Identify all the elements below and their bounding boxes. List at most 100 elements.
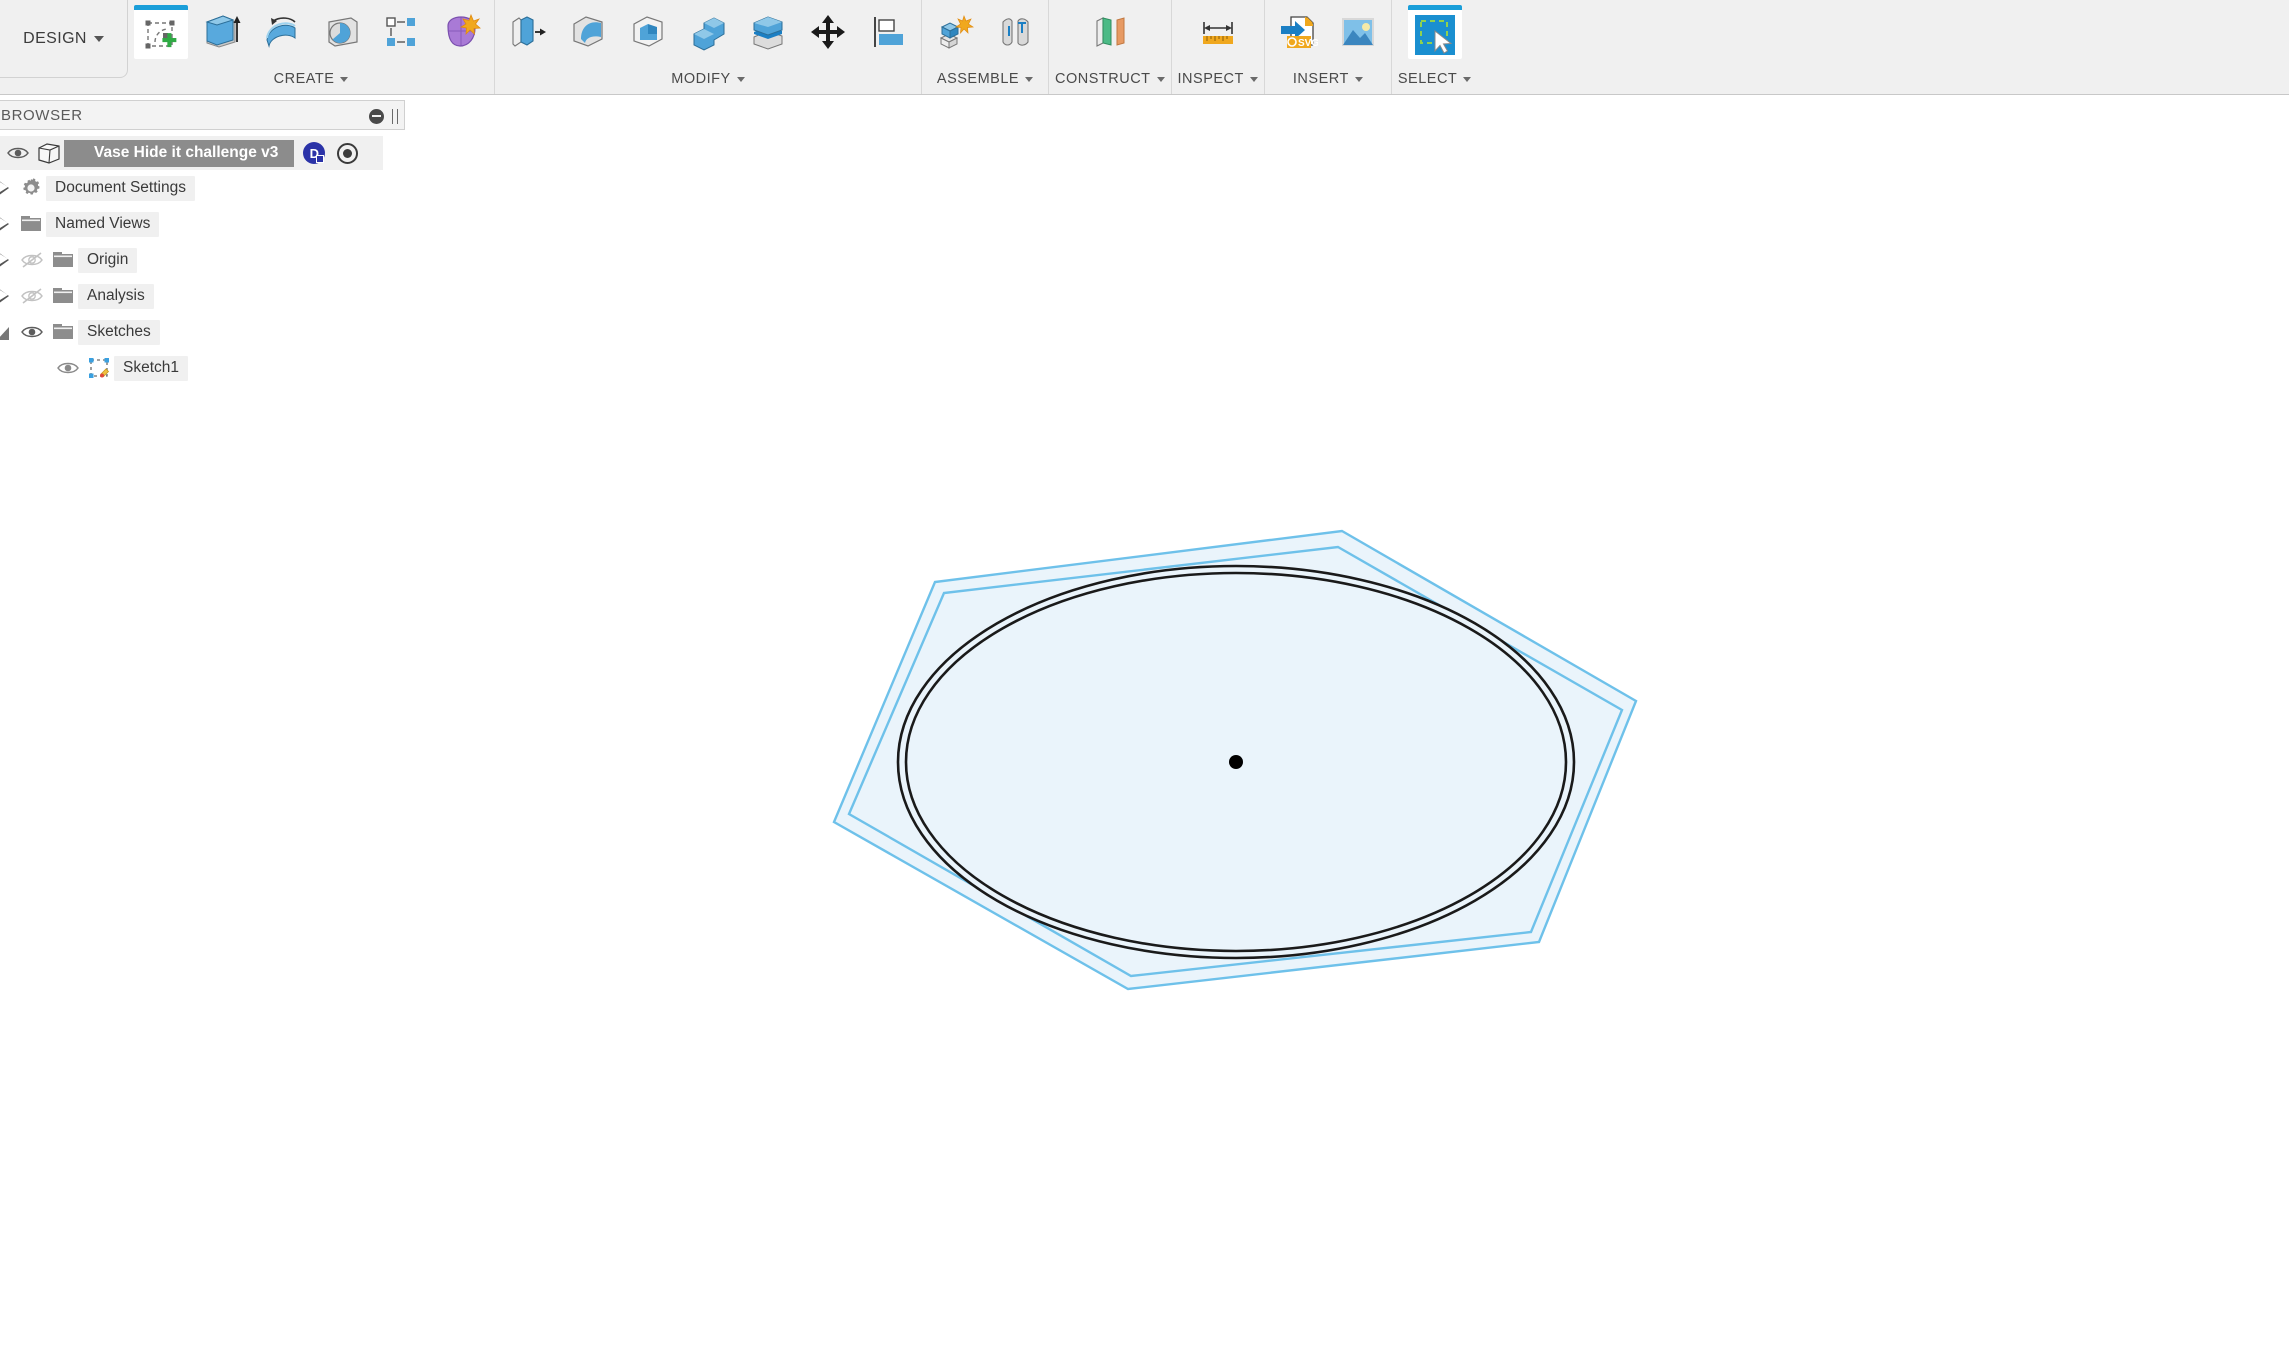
tree-row-origin[interactable]: Origin — [0, 242, 405, 278]
select-tool-icon[interactable] — [1408, 5, 1462, 59]
tree-row-analysis[interactable]: Analysis — [0, 278, 405, 314]
tree-item-label: Origin — [78, 248, 137, 273]
combine-icon[interactable] — [681, 5, 735, 59]
assemble-label-text: ASSEMBLE — [937, 71, 1019, 87]
activate-component-radio[interactable] — [337, 143, 358, 164]
browser-tree: Vase Hide it challenge v3 D Document Set… — [0, 130, 405, 386]
collapse-icon[interactable] — [369, 109, 384, 124]
tree-item-label: Sketch1 — [114, 356, 188, 381]
chevron-down-icon — [737, 77, 745, 82]
toolbar-group-modify-icons — [501, 0, 915, 69]
folder-icon — [48, 286, 78, 306]
tree-row-named-views[interactable]: Named Views — [0, 206, 405, 242]
workspace-switcher[interactable]: DESIGN — [0, 0, 128, 78]
construct-label-text: CONSTRUCT — [1055, 71, 1151, 87]
toolbar-group-construct: CONSTRUCT — [1048, 0, 1171, 94]
tree-item-label: Document Settings — [46, 176, 195, 201]
extrude-icon[interactable] — [194, 5, 248, 59]
press-pull-icon[interactable] — [501, 5, 555, 59]
joint-icon[interactable] — [988, 5, 1042, 59]
document-badge-icon[interactable]: D — [303, 142, 325, 164]
visibility-eye-off-icon[interactable] — [16, 251, 48, 269]
create-label-text: CREATE — [274, 71, 335, 87]
toolbar-group-insert-icons: SVG — [1271, 0, 1385, 69]
inspect-label-text: INSPECT — [1178, 71, 1244, 87]
toolbar-group-insert-label[interactable]: INSERT — [1293, 71, 1363, 87]
chevron-down-icon — [1025, 77, 1033, 82]
toolbar-group-assemble-label[interactable]: ASSEMBLE — [937, 71, 1033, 87]
expand-arrow-icon[interactable] — [0, 288, 16, 304]
sketch-center-point[interactable] — [1229, 755, 1243, 769]
select-label-text: SELECT — [1398, 71, 1457, 87]
toolbar-group-inspect-label[interactable]: INSPECT — [1178, 71, 1258, 87]
toolbar-group-create-icons — [134, 0, 488, 69]
chevron-down-icon — [1463, 77, 1471, 82]
tree-row-root[interactable]: Vase Hide it challenge v3 D — [0, 136, 383, 170]
fillet-icon[interactable] — [561, 5, 615, 59]
chevron-down-icon — [1250, 77, 1258, 82]
toolbar-group-modify-label[interactable]: MODIFY — [671, 71, 744, 87]
insert-label-text: INSERT — [1293, 71, 1349, 87]
measure-icon[interactable] — [1191, 5, 1245, 59]
insert-image-icon[interactable] — [1331, 5, 1385, 59]
offset-plane-icon[interactable] — [1083, 5, 1137, 59]
toolbar-group-inspect-icons — [1191, 0, 1245, 69]
root-component-label: Vase Hide it challenge v3 — [64, 140, 294, 167]
browser-panel-header: BROWSER — [0, 100, 405, 130]
chevron-down-icon — [94, 36, 104, 42]
toolbar-group-construct-label[interactable]: CONSTRUCT — [1055, 71, 1165, 87]
chevron-down-icon — [1157, 77, 1165, 82]
svg-text:SVG: SVG — [1298, 38, 1318, 49]
toolbar-group-select-label[interactable]: SELECT — [1398, 71, 1471, 87]
sweep-icon[interactable] — [314, 5, 368, 59]
toolbar-group-assemble-icons — [928, 0, 1042, 69]
toolbar-group-insert: SVG INSERT — [1264, 0, 1391, 94]
toolbar-group-create: CREATE — [128, 0, 494, 94]
gear-icon — [16, 176, 46, 200]
toolbar-group-create-label[interactable]: CREATE — [274, 71, 349, 87]
visibility-eye-icon[interactable] — [2, 145, 34, 161]
pattern-icon[interactable] — [374, 5, 428, 59]
visibility-eye-icon[interactable] — [52, 360, 84, 376]
toolbar-group-assemble: ASSEMBLE — [921, 0, 1048, 94]
modify-label-text: MODIFY — [671, 71, 730, 87]
chevron-down-icon — [340, 77, 348, 82]
folder-icon — [48, 250, 78, 270]
insert-svg-icon[interactable]: SVG — [1271, 5, 1325, 59]
tree-row-sketch1[interactable]: Sketch1 — [0, 350, 405, 386]
align-icon[interactable] — [861, 5, 915, 59]
workspace-label-text: DESIGN — [23, 30, 87, 48]
toolbar-group-select-icons — [1408, 0, 1462, 69]
component-cube-icon — [34, 142, 64, 164]
main-toolbar: DESIGN — [0, 0, 2289, 95]
expand-arrow-icon[interactable] — [0, 216, 16, 232]
chevron-down-icon — [1355, 77, 1363, 82]
toolbar-group-construct-icons — [1083, 0, 1137, 69]
visibility-eye-icon[interactable] — [16, 324, 48, 340]
offset-face-icon[interactable] — [741, 5, 795, 59]
sketch-icon — [84, 356, 114, 380]
revolve-icon[interactable] — [254, 5, 308, 59]
create-sketch-icon[interactable] — [134, 5, 188, 59]
toolbar-group-select: SELECT — [1391, 0, 1477, 94]
tree-item-label: Analysis — [78, 284, 154, 309]
folder-icon — [48, 322, 78, 342]
resize-grip-icon[interactable] — [392, 109, 398, 124]
shell-icon[interactable] — [621, 5, 675, 59]
browser-panel-title: BROWSER — [1, 107, 83, 124]
folder-icon — [16, 214, 46, 234]
expand-arrow-icon[interactable] — [0, 252, 16, 268]
expand-arrow-icon[interactable] — [0, 180, 16, 196]
tree-row-sketches[interactable]: Sketches — [0, 314, 405, 350]
workspace-switcher-label: DESIGN — [23, 30, 104, 48]
new-component-icon[interactable] — [928, 5, 982, 59]
create-form-icon[interactable] — [434, 5, 488, 59]
document-badge-text: D — [310, 146, 319, 161]
toolbar-group-modify: MODIFY — [494, 0, 921, 94]
collapse-arrow-icon[interactable] — [0, 326, 16, 339]
visibility-eye-off-icon[interactable] — [16, 287, 48, 305]
browser-panel: BROWSER — [0, 100, 405, 386]
move-copy-icon[interactable] — [801, 5, 855, 59]
fusion360-window: DESIGN — [0, 0, 2289, 1348]
tree-row-document-settings[interactable]: Document Settings — [0, 170, 405, 206]
